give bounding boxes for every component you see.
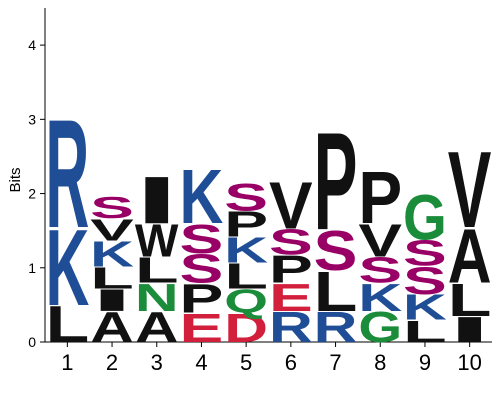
position-label: 1	[61, 350, 73, 375]
logo-letter-v: V	[269, 169, 313, 244]
y-axis: 0 1 2 3 4	[28, 8, 46, 350]
position-label: 5	[240, 350, 252, 375]
position-label: 6	[285, 350, 297, 375]
logo-letter-p: P	[314, 104, 358, 260]
logo-letter-v: V	[448, 129, 492, 250]
position-label: 3	[151, 350, 163, 375]
position-label: 7	[329, 350, 341, 375]
sequence-logo-chart: 01234 1 2 3 4 5 6 7 8 9 10 LKRAILKVSANLWIEPSSKDQL…	[7, 8, 492, 375]
position-label: 8	[374, 350, 386, 375]
logo-letter-g: G	[403, 181, 447, 253]
y-tick-label: 3	[28, 111, 36, 127]
position-label: 2	[106, 350, 118, 375]
logo-letter-r: R	[45, 87, 89, 259]
letter-stacks: LKRAILKVSANLWIEPSSKDQLKPSREPSVRLSPGKSVPL…	[45, 87, 491, 353]
y-axis-title: Bits	[7, 167, 24, 192]
y-tick-label: 1	[28, 260, 36, 276]
logo-letter-s: S	[224, 176, 268, 219]
logo-letter-s: S	[90, 190, 134, 224]
logo-letter-i: I	[135, 162, 179, 237]
logo-letter-k: K	[180, 153, 224, 240]
y-tick-label: 4	[28, 37, 36, 53]
logo-letter-p: P	[358, 157, 402, 240]
position-label: 9	[419, 350, 431, 375]
y-tick-label: 2	[28, 186, 36, 202]
y-tick-label: 0	[28, 334, 36, 350]
position-label: 10	[457, 350, 481, 375]
position-label: 4	[195, 350, 207, 375]
